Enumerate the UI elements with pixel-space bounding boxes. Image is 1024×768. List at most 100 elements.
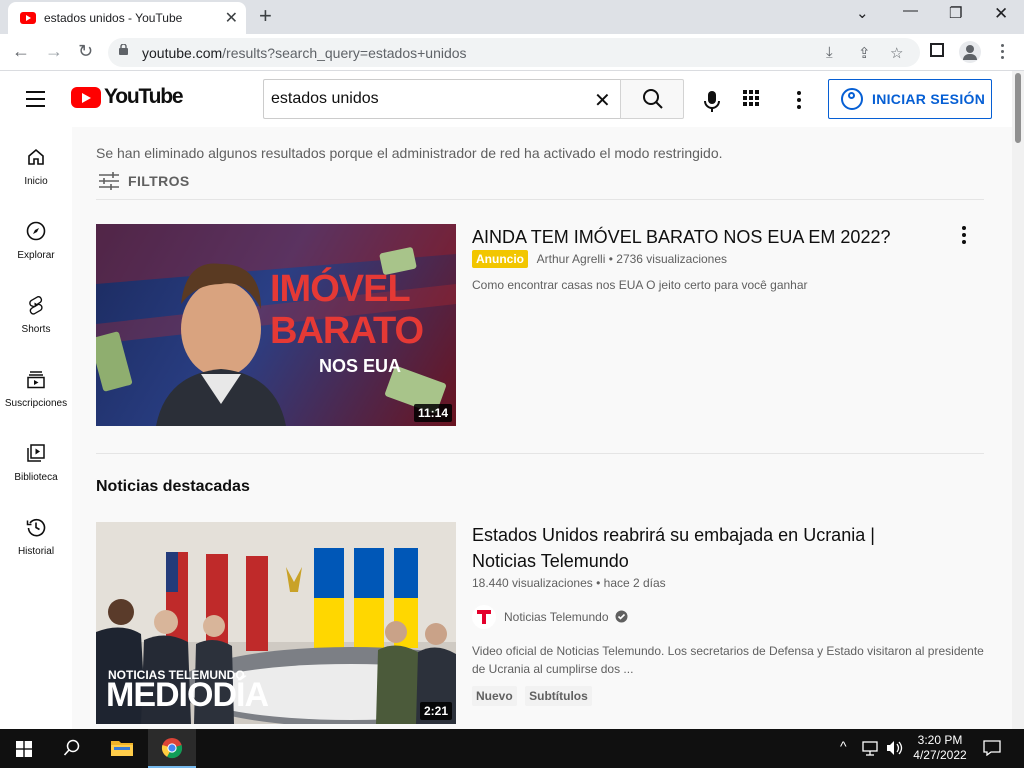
- browser-tab-strip: estados unidos - YouTube ✕ + ⌄ — ❐ ✕: [0, 0, 1024, 34]
- video-age: hace 2 días: [603, 576, 666, 590]
- search-button[interactable]: [620, 79, 684, 119]
- chrome-icon: [161, 738, 183, 759]
- telemundo-logo-icon: [472, 605, 496, 629]
- file-explorer-icon[interactable]: [110, 738, 134, 758]
- youtube-wordmark[interactable]: YouTube: [104, 85, 184, 109]
- ad-action-menu-icon[interactable]: [962, 226, 966, 247]
- guide-item-inicio[interactable]: Inicio: [0, 147, 72, 207]
- thumb-title-line-1: IMÓVEL: [270, 268, 411, 310]
- taskbar-clock[interactable]: 3:20 PM 4/27/2022: [910, 733, 970, 763]
- guide-item-suscripciones[interactable]: Suscripciones: [0, 369, 72, 429]
- tray-overflow-chevron-icon[interactable]: ^: [840, 738, 847, 754]
- browser-toolbar: ← → ↻ youtube.com/results?search_query=e…: [0, 34, 1024, 71]
- news-video-title[interactable]: Estados Unidos reabrirá su embajada en U…: [472, 522, 875, 574]
- guide-item-biblioteca[interactable]: Biblioteca: [0, 443, 72, 503]
- badge-subtitulos: Subtítulos: [525, 686, 592, 706]
- lock-icon: [119, 44, 128, 55]
- guide-label: Historial: [17, 546, 55, 557]
- news-meta: 18.440 visualizaciones • hace 2 días: [472, 576, 666, 590]
- search-box[interactable]: estados unidos ✕: [263, 79, 621, 119]
- library-icon: [27, 444, 45, 462]
- ad-views: 2736 visualizaciones: [616, 252, 728, 266]
- thumb-title-line-2: BARATO: [270, 310, 424, 352]
- ad-channel-name[interactable]: Arthur Agrelli: [537, 252, 606, 266]
- sign-in-button[interactable]: INICIAR SESIÓN: [828, 79, 992, 119]
- minimize-button[interactable]: —: [903, 2, 918, 19]
- thumb-show-name: MEDIODÍA: [106, 676, 269, 714]
- close-tab-icon[interactable]: ✕: [225, 8, 238, 28]
- ad-video-thumbnail[interactable]: IMÓVEL BARATO NOS EUA 11:14: [96, 224, 456, 426]
- restricted-mode-notice: Se han eliminado algunos resultados porq…: [96, 145, 723, 161]
- profile-avatar-icon[interactable]: [959, 41, 981, 63]
- youtube-masthead: YouTube estados unidos ✕ INICIAR SESIÓN: [0, 71, 1012, 127]
- windows-start-icon[interactable]: [16, 741, 32, 757]
- reload-button[interactable]: ↻: [78, 41, 93, 62]
- badge-nuevo: Nuevo: [472, 686, 517, 706]
- url-host: youtube.com: [142, 45, 223, 61]
- clock-time: 3:20 PM: [917, 733, 963, 747]
- clear-search-icon[interactable]: ✕: [594, 88, 611, 113]
- tab-search-icon[interactable]: ⌄: [856, 4, 869, 22]
- search-icon: [643, 89, 663, 109]
- back-button[interactable]: ←: [12, 41, 30, 62]
- video-duration: 2:21: [419, 702, 452, 720]
- scrollbar-thumb[interactable]: [1015, 73, 1021, 143]
- thumb-title-line-3: NOS EUA: [319, 356, 402, 376]
- guide-item-shorts[interactable]: Shorts: [0, 295, 72, 355]
- guide-item-historial[interactable]: Historial: [0, 517, 72, 577]
- shorts-icon: [29, 296, 43, 315]
- tab-title: estados unidos - YouTube: [44, 11, 183, 25]
- close-window-button[interactable]: ✕: [994, 4, 1008, 24]
- shelf-title: Noticias destacadas: [96, 478, 250, 495]
- install-icon[interactable]: ⤓: [826, 44, 833, 61]
- notifications-icon[interactable]: [983, 740, 1001, 756]
- compass-icon: [26, 221, 46, 241]
- page-scrollbar[interactable]: [1012, 71, 1024, 729]
- microphone-icon: [704, 91, 720, 112]
- filter-sliders-icon: [99, 172, 119, 190]
- video-views: 18.440 visualizaciones: [472, 576, 593, 590]
- ad-video-title[interactable]: AINDA TEM IMÓVEL BARATO NOS EUA EM 2022?: [472, 224, 890, 250]
- search-results: Se han eliminado algunos resultados porq…: [72, 127, 1012, 729]
- ad-badge: Anuncio: [472, 250, 528, 268]
- clock-date: 4/27/2022: [913, 748, 967, 762]
- chrome-menu-icon[interactable]: [1001, 44, 1004, 59]
- filters-label: FILTROS: [128, 173, 190, 189]
- browser-tab[interactable]: estados unidos - YouTube ✕: [8, 2, 246, 34]
- verified-badge-icon: [615, 610, 628, 623]
- voice-search-button[interactable]: [698, 87, 726, 115]
- video-duration: 11:14: [413, 404, 452, 422]
- youtube-logo-icon[interactable]: [71, 87, 101, 108]
- guide-sidebar: Inicio Explorar Shorts Suscripciones Bib…: [0, 127, 72, 729]
- account-icon: [841, 88, 863, 110]
- forward-button[interactable]: →: [45, 41, 63, 62]
- ad-description: Como encontrar casas nos EUA O jeito cer…: [472, 278, 808, 292]
- volume-icon[interactable]: [886, 740, 904, 756]
- taskbar-search-icon[interactable]: [63, 739, 81, 757]
- windows-taskbar: ^ 3:20 PM 4/27/2022: [0, 729, 1024, 768]
- network-icon[interactable]: [862, 740, 880, 756]
- share-icon[interactable]: ⇪: [858, 44, 871, 62]
- guide-item-explorar[interactable]: Explorar: [0, 221, 72, 281]
- guide-label: Suscripciones: [4, 398, 68, 409]
- divider: [96, 199, 984, 200]
- sign-in-label: INICIAR SESIÓN: [872, 91, 986, 107]
- restore-button[interactable]: ❐: [949, 4, 962, 22]
- guide-menu-icon[interactable]: [26, 91, 45, 112]
- history-icon: [26, 518, 46, 537]
- search-input[interactable]: estados unidos: [271, 90, 379, 108]
- settings-menu-icon[interactable]: [797, 91, 801, 112]
- video-badges: Nuevo Subtítulos: [472, 686, 596, 706]
- guide-label: Inicio: [24, 176, 48, 187]
- bookmark-star-icon[interactable]: ☆: [890, 44, 903, 62]
- title-line-2: Noticias Telemundo: [472, 551, 629, 571]
- channel-name[interactable]: Noticias Telemundo: [504, 610, 609, 624]
- address-bar[interactable]: youtube.com/results?search_query=estados…: [108, 38, 920, 67]
- new-tab-button[interactable]: +: [259, 3, 272, 29]
- divider: [96, 453, 984, 454]
- url-path: /results?search_query=estados+unidos: [222, 45, 467, 61]
- chrome-taskbar-button[interactable]: [148, 729, 196, 768]
- news-video-thumbnail[interactable]: NOTICIAS TELEMUNDO MEDIODÍA 2:21: [96, 522, 456, 724]
- subscriptions-icon: [27, 371, 45, 389]
- side-panel-icon[interactable]: [930, 43, 944, 57]
